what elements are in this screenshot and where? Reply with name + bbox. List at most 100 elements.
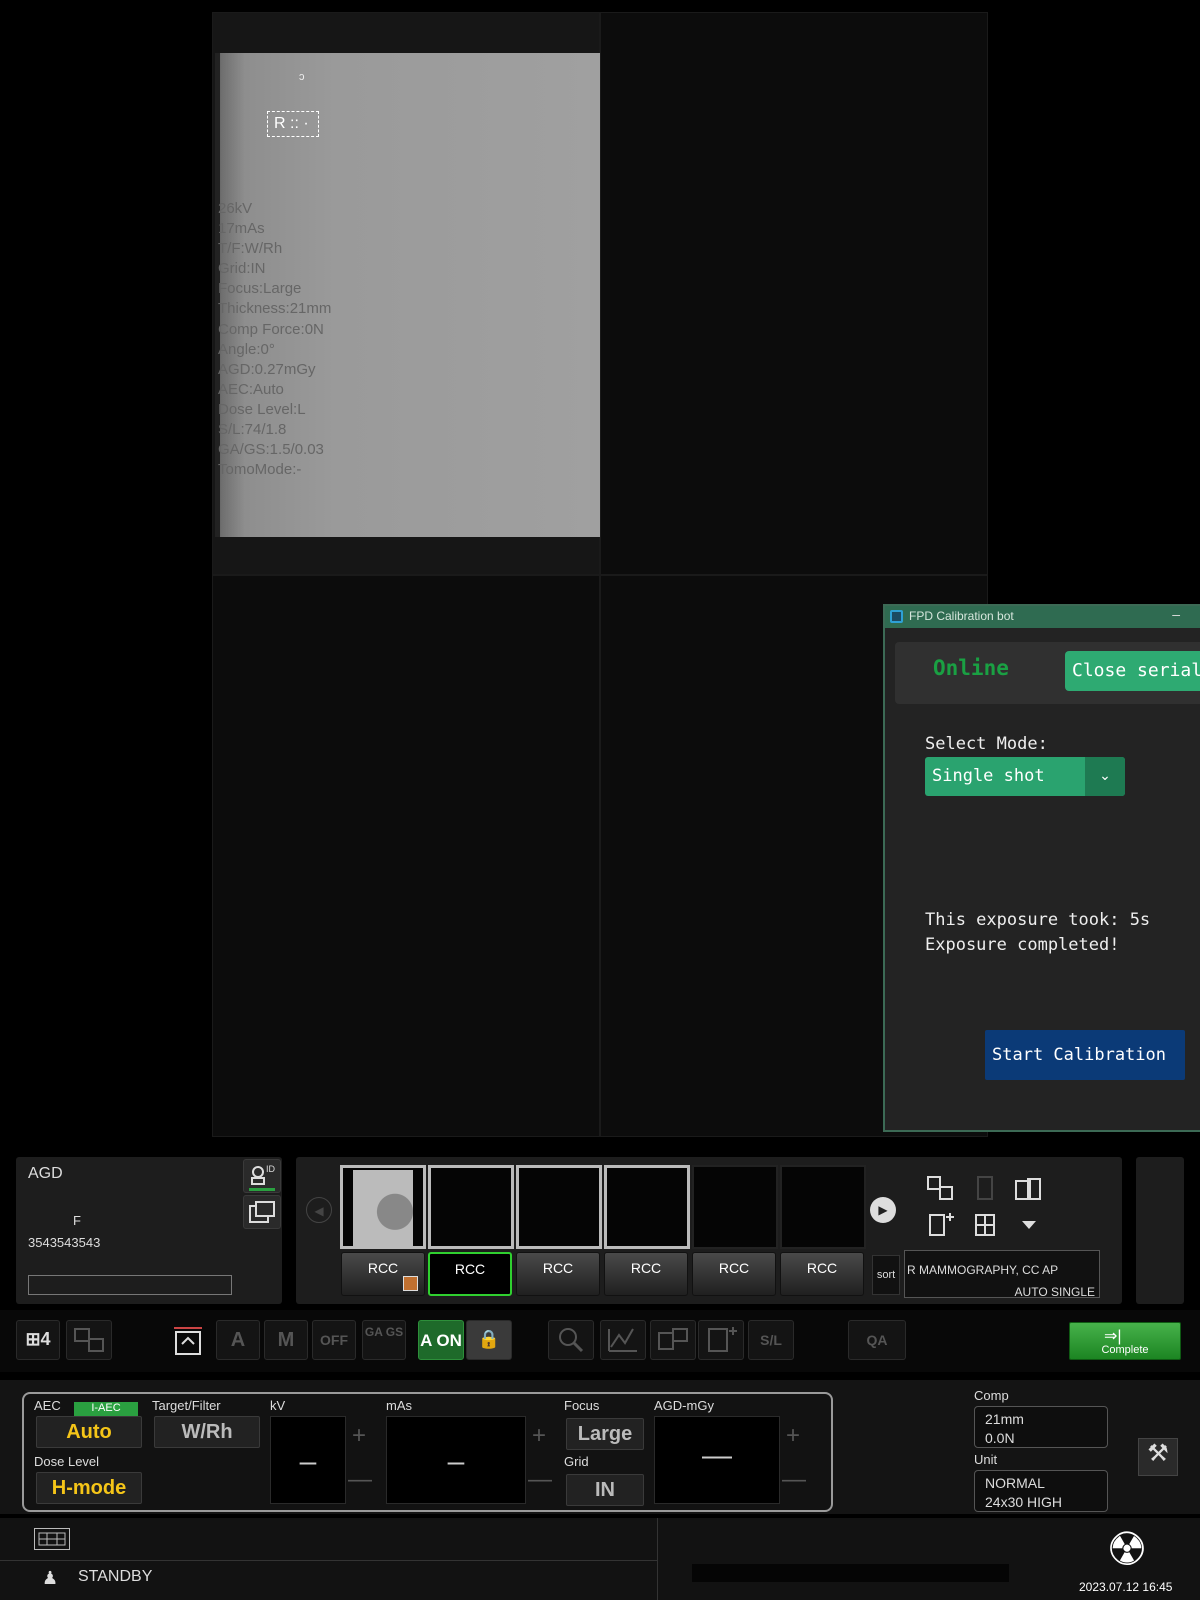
viewer-cell-2[interactable]	[600, 12, 988, 575]
app-icon	[890, 610, 903, 623]
aec-button[interactable]: Auto	[36, 1416, 142, 1448]
thumbnail-2[interactable]	[428, 1165, 514, 1249]
start-calibration-button[interactable]: Start Calibration	[985, 1030, 1185, 1080]
mas-minus-button[interactable]: —	[528, 1466, 552, 1494]
connection-status: Online	[933, 656, 1009, 680]
view-label-3[interactable]: RCC	[516, 1252, 600, 1296]
unit-detector: 24x30 HIGH	[985, 1494, 1063, 1510]
ga-gs-button[interactable]: GA GS	[362, 1320, 406, 1360]
kv-plus-button[interactable]: +	[348, 1422, 370, 1450]
svg-text:ID: ID	[266, 1164, 276, 1174]
complete-arrow-icon: ⇒|	[1104, 1328, 1122, 1345]
view-label-text: RCC	[630, 1260, 662, 1276]
tools-button[interactable]: ⚒	[1138, 1438, 1178, 1476]
unit-values: NORMAL 24x30 HIGH	[974, 1470, 1108, 1512]
patient-folder-button[interactable]	[243, 1195, 281, 1229]
target-filter-button[interactable]: W/Rh	[154, 1416, 260, 1448]
status-hline	[0, 1560, 657, 1561]
viewer-cell-1[interactable]: ɔ R :: · 26kV 17mAs T/F:W/Rh Grid:IN Foc…	[212, 12, 601, 575]
exposure-info-line: Comp Force:0N	[218, 320, 324, 338]
window-level-icon[interactable]	[650, 1320, 696, 1360]
thumbnail-5[interactable]	[692, 1165, 778, 1249]
dose-level-button[interactable]: H-mode	[36, 1472, 142, 1504]
off-button[interactable]: OFF	[312, 1320, 356, 1360]
grid-label: Grid	[564, 1454, 589, 1469]
zoom-icon[interactable]	[548, 1320, 594, 1360]
agd-plus-button[interactable]: +	[782, 1422, 804, 1450]
exposure-info-line: T/F:W/Rh	[218, 240, 283, 258]
connection-panel: Online Close serial	[895, 642, 1200, 704]
patient-id-button[interactable]: ID	[243, 1159, 281, 1193]
exposure-params-panel: AEC I-AEC Auto Dose Level H-mode Target/…	[0, 1380, 1200, 1514]
agd-value: —	[654, 1416, 780, 1504]
iaec-badge[interactable]: I-AEC	[74, 1402, 138, 1416]
thumbnail-1[interactable]	[340, 1165, 426, 1249]
thumbnail-4[interactable]	[604, 1165, 690, 1249]
kv-value: –	[270, 1416, 346, 1504]
status-message: This exposure took: 5s Exposure complete…	[925, 908, 1150, 958]
view-info-line: R MAMMOGRAPHY, CC AP	[907, 1263, 1059, 1277]
mas-label: mAs	[386, 1398, 412, 1413]
add-view-icon[interactable]	[926, 1211, 956, 1239]
view-label-1[interactable]: RCC	[341, 1252, 425, 1296]
patient-comment-field[interactable]	[28, 1275, 232, 1295]
exposure-time-message: This exposure took: 5s	[925, 910, 1151, 930]
patient-id-icon: ID	[249, 1164, 276, 1191]
dose-level-label: Dose Level	[34, 1454, 100, 1469]
edit-view-icon[interactable]	[1014, 1175, 1044, 1203]
sl-button[interactable]: S/L	[748, 1320, 794, 1360]
grid-button[interactable]: IN	[566, 1474, 644, 1506]
lock-button[interactable]: 🔒	[466, 1320, 512, 1360]
next-page-button[interactable]: ▶	[870, 1197, 896, 1223]
network-icon[interactable]	[66, 1320, 112, 1360]
view-label-text: RCC	[718, 1260, 750, 1276]
view-label-text: RCC	[454, 1261, 486, 1277]
kv-minus-button[interactable]: —	[348, 1466, 372, 1494]
view-label-2[interactable]: RCC	[428, 1252, 512, 1296]
prev-page-button[interactable]: ◀	[306, 1197, 332, 1223]
transfer-icon[interactable]	[168, 1320, 212, 1360]
thumbnail-3[interactable]	[516, 1165, 602, 1249]
sort-button[interactable]: sort	[872, 1255, 900, 1295]
main-toolbar: ⊞4 A M OFF GA GS A ON 🔒 S/L QA	[0, 1310, 1200, 1372]
histogram-icon[interactable]	[600, 1320, 646, 1360]
exposure-info-line: AGD:0.27mGy	[218, 360, 316, 378]
grid-layout-icon[interactable]	[970, 1211, 1000, 1239]
mas-value: –	[386, 1416, 526, 1504]
swap-view-icon[interactable]	[926, 1175, 956, 1203]
close-serial-button[interactable]: Close serial	[1065, 651, 1200, 691]
compression-panel: Comp 21mm 0.0N Unit NORMAL 24x30 HIGH	[964, 1388, 1144, 1512]
image-viewer[interactable]: ɔ R :: · 26kV 17mAs T/F:W/Rh Grid:IN Foc…	[212, 12, 988, 1137]
viewer-cell-3[interactable]	[212, 575, 600, 1137]
display-mode-icon[interactable]	[34, 1528, 70, 1550]
mode-select[interactable]: Single shot ⌄	[925, 757, 1125, 796]
agd-label: AGD-mGy	[654, 1398, 714, 1413]
minimize-button[interactable]: –	[1172, 606, 1180, 622]
dropdown-arrow-icon[interactable]	[1014, 1211, 1044, 1239]
add-image-icon[interactable]	[698, 1320, 744, 1360]
complete-button[interactable]: ⇒| Complete	[1069, 1322, 1181, 1360]
view-label-6[interactable]: RCC	[780, 1252, 864, 1296]
patient-name: AGD	[28, 1165, 63, 1182]
mas-plus-button[interactable]: +	[528, 1422, 550, 1450]
focus-button[interactable]: Large	[566, 1418, 644, 1450]
qa-button[interactable]: QA	[848, 1320, 906, 1360]
exposure-info-line: Angle:0°	[218, 340, 275, 358]
manual-mode-button[interactable]: M	[264, 1320, 308, 1360]
auto-mode-button[interactable]: A	[216, 1320, 260, 1360]
system-state: STANDBY	[78, 1568, 153, 1585]
view-label-text: RCC	[806, 1260, 838, 1276]
thumbnail-6[interactable]	[780, 1165, 866, 1249]
orientation-mark: ɔ	[299, 71, 305, 83]
exposure-info-line: Thickness:21mm	[218, 300, 332, 318]
agd-minus-button[interactable]: —	[782, 1466, 806, 1494]
right-side-panel	[1136, 1157, 1184, 1304]
patient-id: 3543543543	[28, 1235, 101, 1250]
exposure-info-line: Focus:Large	[218, 280, 302, 298]
window-titlebar[interactable]: FPD Calibration bot –	[885, 606, 1200, 628]
view-label-4[interactable]: RCC	[604, 1252, 688, 1296]
auto-on-button[interactable]: A ON	[418, 1320, 464, 1360]
chevron-down-icon[interactable]: ⌄	[1085, 757, 1125, 796]
layout-4-button[interactable]: ⊞4	[16, 1320, 60, 1360]
view-label-5[interactable]: RCC	[692, 1252, 776, 1296]
